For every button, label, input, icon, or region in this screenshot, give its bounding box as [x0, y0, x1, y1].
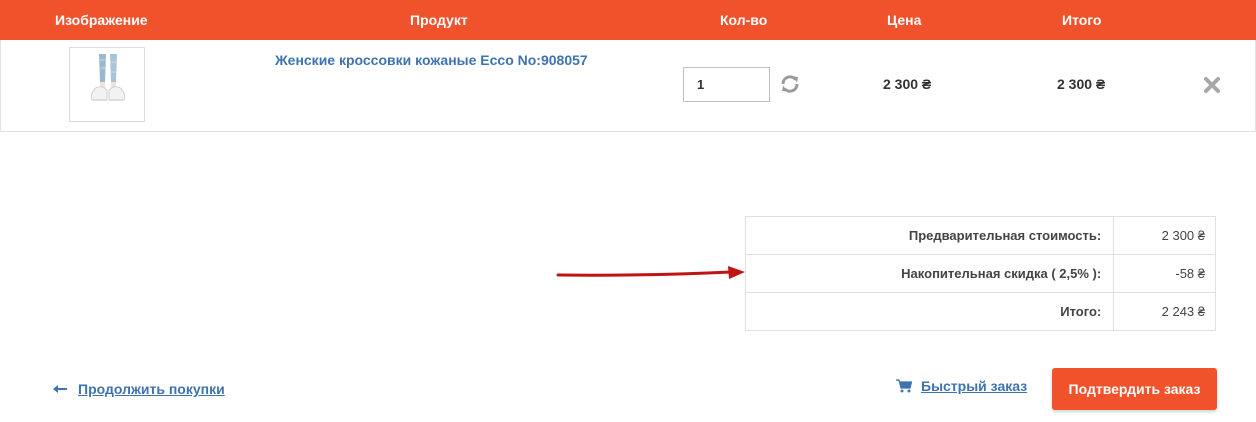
subtotal-value: 2 300 ₴ [1113, 216, 1216, 255]
continue-shopping-link[interactable]: Продолжить покупки [52, 381, 225, 397]
confirm-order-button[interactable]: Подтвердить заказ [1052, 368, 1217, 410]
cart-header: Изображение Продукт Кол-во Цена Итого [0, 0, 1256, 40]
cart-item-row: Женские кроссовки кожаные Ecco No:908057… [0, 40, 1256, 132]
quick-order-label: Быстрый заказ [921, 378, 1028, 394]
cart-icon [896, 379, 912, 393]
total-row: Итого: 2 243 ₴ [744, 292, 1216, 331]
quick-order-link[interactable]: Быстрый заказ [896, 378, 1027, 394]
arrow-left-icon [53, 385, 67, 393]
quantity-input[interactable] [683, 67, 770, 102]
discount-label: Накопительная скидка ( 2,5% ): [744, 254, 1115, 293]
discount-value: -58 ₴ [1113, 254, 1216, 293]
red-arrow-annotation [556, 266, 745, 279]
total-label: Итого: [744, 292, 1115, 331]
total-value: 2 243 ₴ [1113, 292, 1216, 331]
column-header-product: Продукт [410, 12, 468, 28]
item-total: 2 300 ₴ [1057, 76, 1106, 92]
product-name-link[interactable]: Женские кроссовки кожаные Ecco No:908057 [275, 52, 588, 68]
product-thumbnail[interactable] [69, 47, 145, 122]
sneakers-product-image [90, 54, 126, 101]
item-price: 2 300 ₴ [883, 76, 932, 92]
continue-shopping-label: Продолжить покупки [78, 381, 225, 397]
refresh-icon[interactable] [779, 73, 801, 95]
subtotal-label: Предварительная стоимость: [744, 216, 1115, 255]
column-header-qty: Кол-во [720, 12, 768, 28]
subtotal-row: Предварительная стоимость: 2 300 ₴ [744, 216, 1216, 255]
order-totals-table: Предварительная стоимость: 2 300 ₴ Накоп… [744, 216, 1216, 331]
close-icon[interactable] [1203, 76, 1221, 94]
discount-row: Накопительная скидка ( 2,5% ): -58 ₴ [744, 254, 1216, 293]
column-header-price: Цена [887, 12, 922, 28]
column-header-total: Итого [1062, 12, 1102, 28]
column-header-image: Изображение [55, 12, 148, 28]
